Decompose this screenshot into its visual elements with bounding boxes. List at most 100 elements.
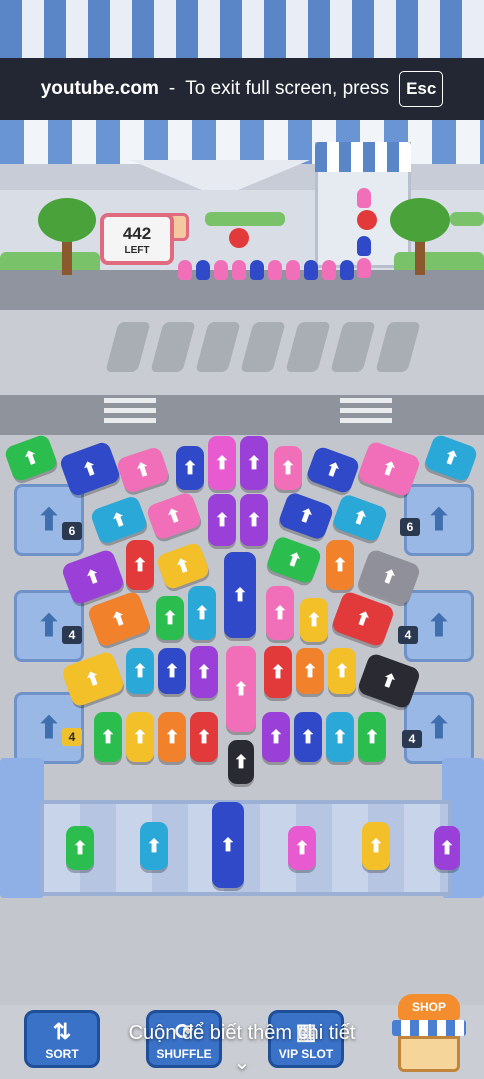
bus-blue[interactable]: ⬆ — [224, 552, 256, 638]
arrow-icon: ⬆ — [36, 609, 62, 643]
passenger — [232, 260, 246, 280]
arrow-icon: ⬆ — [440, 446, 462, 470]
car-yellow[interactable]: ⬆ — [328, 648, 356, 694]
arrow-icon: ⬆ — [270, 662, 286, 682]
planter-left — [205, 212, 285, 226]
arrow-icon: ⬆ — [300, 727, 316, 747]
arrow-icon: ⬆ — [332, 555, 348, 575]
arrow-icon: ⬆ — [302, 661, 318, 681]
van-purple[interactable]: ⬆ — [208, 494, 236, 546]
car-orange[interactable]: ⬆ — [296, 648, 324, 694]
passenger — [196, 260, 210, 280]
passengers-left-value: 442 — [122, 224, 152, 243]
car-yellow[interactable]: ⬆ — [126, 712, 154, 762]
arrow-icon: ⬆ — [306, 610, 322, 630]
arrow-icon: ⬆ — [220, 835, 236, 855]
arrow-icon: ⬆ — [378, 457, 400, 481]
passengers-left-label: LEFT — [124, 245, 150, 256]
arrow-icon: ⬆ — [214, 453, 230, 473]
van-red[interactable]: ⬆ — [264, 646, 292, 698]
road-marking — [340, 418, 392, 423]
road — [0, 395, 484, 435]
van-pink[interactable]: ⬆ — [266, 586, 294, 640]
arrow-icon: ⬆ — [272, 603, 288, 623]
arrow-icon: ⬆ — [196, 662, 212, 682]
car-red[interactable]: ⬆ — [190, 712, 218, 762]
car-purple[interactable]: ⬆ — [262, 712, 290, 762]
arrow-icon: ⬆ — [332, 727, 348, 747]
arrow-icon: ⬆ — [368, 836, 384, 856]
van-teal[interactable]: ⬆ — [188, 586, 216, 640]
arrow-icon: ⬆ — [194, 603, 210, 623]
road-marking — [340, 408, 392, 413]
arrow-icon: ⬆ — [20, 446, 42, 470]
road-marking — [340, 398, 392, 403]
car-blue[interactable]: ⬆ — [294, 712, 322, 762]
arrow-icon: ⬆ — [36, 711, 62, 745]
esc-key[interactable]: Esc — [399, 71, 444, 107]
arrow-icon: ⬆ — [246, 453, 262, 473]
exit-ramp-left-top: ⬆ — [14, 484, 84, 556]
van-purple[interactable]: ⬆ — [240, 494, 268, 546]
queued-car-teal: ⬆ — [140, 822, 168, 870]
palm-tree-right — [390, 198, 450, 242]
exit-ramp-right-bottom: ⬆ — [404, 692, 474, 764]
arrow-icon: ⬆ — [426, 503, 452, 537]
car-teal[interactable]: ⬆ — [326, 712, 354, 762]
passenger — [340, 260, 354, 280]
queued-car-yellow: ⬆ — [362, 822, 390, 870]
arrow-icon: ⬆ — [146, 836, 162, 856]
ramp-count-badge: 6 — [400, 518, 420, 536]
shuffle-label: SHUFFLE — [156, 1047, 212, 1061]
boarding-lane — [40, 800, 452, 896]
arrow-icon: ⬆ — [82, 565, 104, 589]
van-purple[interactable]: ⬆ — [190, 646, 218, 698]
bus-pink[interactable]: ⬆ — [226, 646, 256, 732]
arrow-icon: ⬆ — [334, 661, 350, 681]
arrow-icon: ⬆ — [132, 661, 148, 681]
car-yellow[interactable]: ⬆ — [300, 598, 328, 642]
arrow-icon: ⬆ — [132, 727, 148, 747]
road-marking — [104, 398, 156, 403]
ramp-count-badge: 4 — [402, 730, 422, 748]
arrow-icon: ⬆ — [132, 555, 148, 575]
arrow-icon: ⬆ — [349, 506, 371, 530]
car-orange[interactable]: ⬆ — [326, 540, 354, 590]
arrow-icon: ⬆ — [378, 565, 400, 589]
arrow-icon: ⬆ — [163, 504, 185, 528]
arrow-icon: ⬆ — [378, 669, 400, 693]
chevron-down-icon[interactable]: ⌄ — [230, 1050, 254, 1075]
passenger — [286, 260, 300, 280]
shop-label: SHOP — [398, 994, 460, 1020]
passengers-left-counter: 442 LEFT — [100, 213, 174, 265]
arrow-icon: ⬆ — [164, 727, 180, 747]
car-blue[interactable]: ⬆ — [158, 648, 186, 694]
car-green[interactable]: ⬆ — [156, 596, 184, 640]
store-banner — [0, 0, 484, 60]
passenger — [268, 260, 282, 280]
passenger — [357, 236, 371, 256]
planter-right — [450, 212, 484, 226]
arrow-icon: ⬆ — [280, 458, 296, 478]
fullscreen-message: To exit full screen, press — [185, 78, 390, 99]
arrow-icon: ⬆ — [162, 608, 178, 628]
door-awning — [315, 142, 411, 172]
car-green[interactable]: ⬆ — [94, 712, 122, 762]
car-teal[interactable]: ⬆ — [126, 648, 154, 694]
arrow-icon: ⬆ — [295, 504, 317, 528]
car-blue[interactable]: ⬆ — [176, 446, 204, 490]
van-purple[interactable]: ⬆ — [240, 436, 268, 490]
palm-tree-left — [38, 198, 96, 242]
lane-wall-left — [0, 758, 44, 898]
car-green[interactable]: ⬆ — [358, 712, 386, 762]
arrow-icon: ⬆ — [268, 727, 284, 747]
arrow-icon: ⬆ — [182, 458, 198, 478]
arrow-icon: ⬆ — [108, 508, 130, 532]
van-pink[interactable]: ⬆ — [208, 436, 236, 490]
arrow-icon: ⬆ — [233, 752, 249, 772]
arrow-icon: ⬆ — [294, 838, 310, 858]
car-orange[interactable]: ⬆ — [158, 712, 186, 762]
car-black[interactable]: ⬆ — [228, 740, 254, 784]
car-pink[interactable]: ⬆ — [274, 446, 302, 490]
car-red[interactable]: ⬆ — [126, 540, 154, 590]
